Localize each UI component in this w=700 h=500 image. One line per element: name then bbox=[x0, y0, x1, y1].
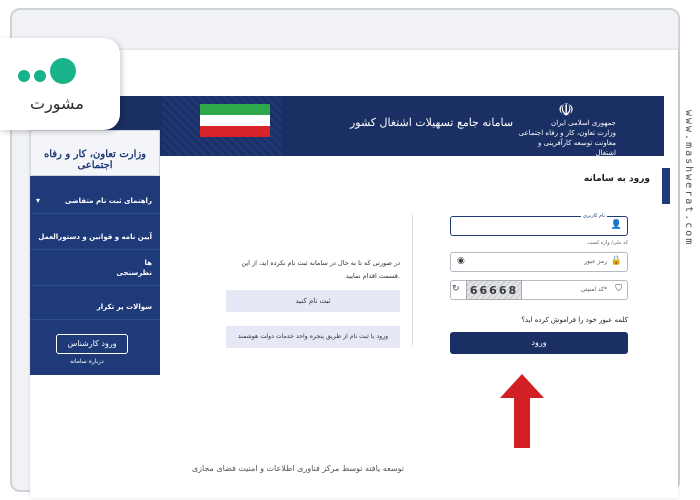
username-label: نام کاربری bbox=[581, 213, 607, 219]
register-button[interactable]: ثبت نام کنید bbox=[226, 290, 400, 312]
shield-icon: ⛉ bbox=[615, 284, 622, 294]
username-hint: کد ملی/ واژه کسب bbox=[587, 240, 628, 246]
smart-gov-login-button[interactable]: ورود یا ثبت نام از طریق پنجره واحد خدمات… bbox=[226, 326, 400, 348]
gov-line-1: جمهوری اسلامی ایران bbox=[551, 119, 616, 127]
sidebar: وزارت تعاون، کار و رفاه اجتماعی ▾ راهنما… bbox=[30, 130, 160, 375]
sidebar-item-label: راهنمای ثبت نام متقاضی bbox=[64, 197, 152, 205]
login-panel: ورود به سامانه نام کاربری 👤 کد ملی/ واژه… bbox=[430, 168, 670, 373]
red-arrow-icon bbox=[500, 374, 544, 448]
eye-off-icon[interactable]: ◉ bbox=[457, 256, 465, 266]
footer-text: توسعه یافته توسط مرکز فناوری اطلاعات و ا… bbox=[191, 464, 404, 473]
page-viewport: سامانه جامع تسهیلات اشتغال کشور ☫ جمهوری… bbox=[30, 50, 678, 498]
captcha-image: 66668 bbox=[466, 280, 522, 300]
captcha-placeholder: کد امنیتی* bbox=[580, 286, 607, 293]
user-icon: 👤 bbox=[610, 220, 622, 230]
site-footer: توسعه یافته توسط مرکز فناوری اطلاعات و ا… bbox=[30, 460, 664, 480]
gov-title: جمهوری اسلامی ایران وزارت تعاون، کار و ر… bbox=[516, 118, 616, 158]
sidebar-item-guide[interactable]: ▾ راهنمای ثبت نام متقاضی bbox=[30, 188, 160, 214]
system-title: سامانه جامع تسهیلات اشتغال کشور bbox=[350, 116, 514, 129]
login-accent-bar bbox=[662, 168, 670, 204]
login-button[interactable]: ورود bbox=[450, 332, 628, 354]
iran-flag-icon bbox=[200, 104, 270, 138]
lock-icon: 🔒 bbox=[610, 256, 622, 266]
forgot-password-link[interactable]: کلمه عبور خود را فراموش کرده اید؟ bbox=[450, 316, 628, 324]
password-field[interactable]: رمز عبور 🔒 ◉ bbox=[450, 252, 628, 272]
sidebar-item-regulations[interactable]: آیین نامه و قوانین و دستورالعمل ها bbox=[30, 224, 160, 267]
logo-word: مشورت bbox=[30, 94, 84, 113]
panel-divider bbox=[412, 215, 413, 345]
sidebar-item-survey[interactable]: نظرسنجی bbox=[30, 260, 160, 286]
expert-login-button[interactable]: ورود کارشناس bbox=[56, 334, 128, 354]
password-placeholder: رمز عبور bbox=[584, 258, 607, 265]
gov-line-3: معاونت توسعه کارآفرینی و اشتغال bbox=[538, 139, 616, 157]
register-description: در صورتی که تا به حال در سامانه ثبت نام … bbox=[241, 259, 400, 280]
username-field[interactable]: نام کاربری 👤 bbox=[450, 213, 628, 236]
logo: مشورت bbox=[0, 38, 120, 130]
chevron-down-icon: ▾ bbox=[36, 196, 41, 205]
sidebar-item-label: سوالات پر تکرار bbox=[96, 303, 152, 311]
refresh-icon[interactable]: ↻ bbox=[452, 284, 460, 294]
login-title: ورود به سامانه bbox=[583, 174, 650, 184]
gov-line-2: وزارت تعاون، کار و رفاه اجتماعی bbox=[518, 129, 616, 137]
ministry-title: وزارت تعاون، کار و رفاه اجتماعی bbox=[30, 130, 160, 176]
sidebar-item-faq[interactable]: سوالات پر تکرار bbox=[30, 294, 160, 320]
about-link[interactable]: درباره سامانه bbox=[70, 358, 104, 365]
sidebar-item-label: نظرسنجی bbox=[116, 269, 152, 277]
watermark: www.mashwerat.com bbox=[683, 110, 694, 247]
